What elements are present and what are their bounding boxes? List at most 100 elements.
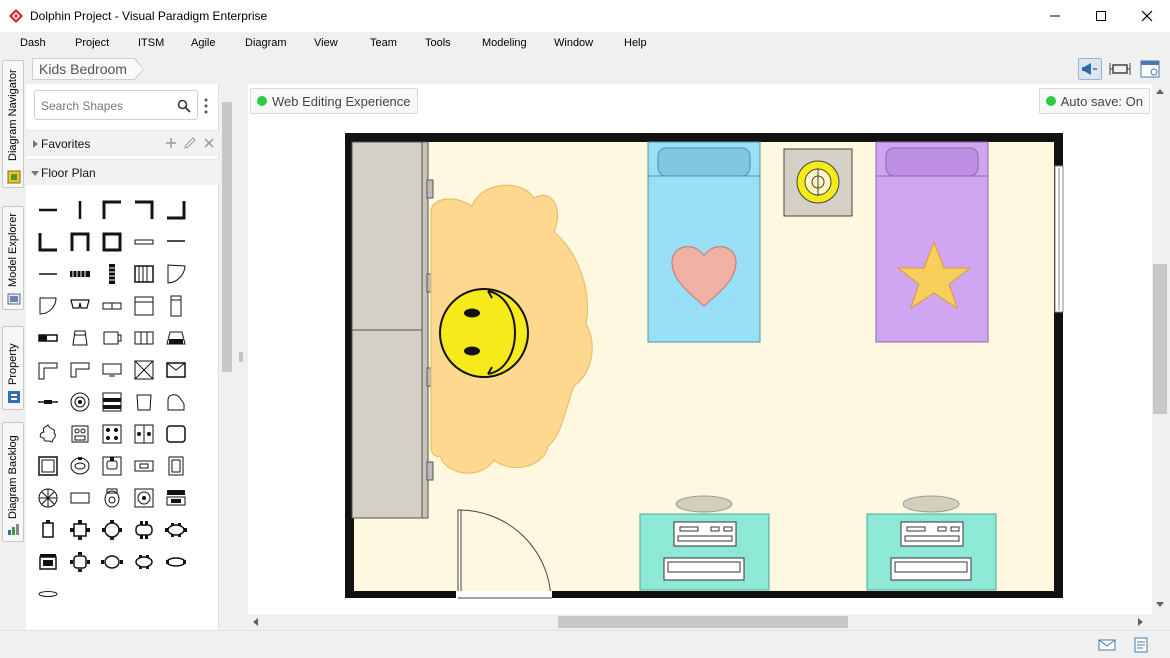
shape-palette-item-icon[interactable] [68, 262, 92, 286]
canvas-vertical-scrollbar[interactable] [1152, 84, 1168, 614]
minimize-button[interactable] [1032, 0, 1078, 32]
shape-palette-item-icon[interactable] [164, 422, 188, 446]
search-icon[interactable] [177, 99, 191, 113]
smiley-shape[interactable] [439, 288, 529, 378]
shape-palette-item-icon[interactable] [132, 358, 156, 382]
shape-palette-item-icon[interactable] [164, 262, 188, 286]
shape-palette-item-icon[interactable] [164, 230, 188, 254]
shape-palette-item-icon[interactable] [100, 390, 124, 414]
shape-palette-item-icon[interactable] [132, 422, 156, 446]
canvas-vertical-scroll-thumb[interactable] [1153, 264, 1167, 414]
shape-palette-item-icon[interactable] [100, 518, 124, 542]
add-icon[interactable] [164, 136, 178, 150]
shape-palette-item-icon[interactable] [100, 550, 124, 574]
shape-palette-item-icon[interactable] [164, 486, 188, 510]
shape-palette-item-icon[interactable] [164, 198, 188, 222]
maximize-button[interactable] [1078, 0, 1124, 32]
tab-diagram-backlog[interactable]: Diagram Backlog [2, 422, 24, 542]
shape-palette-item-icon[interactable] [100, 262, 124, 286]
menu-tools[interactable]: Tools [425, 37, 451, 49]
floor-plan-section[interactable]: Floor Plan [26, 159, 219, 185]
shape-palette-item-icon[interactable] [68, 230, 92, 254]
kebab-icon[interactable] [204, 98, 208, 114]
shape-palette-item-icon[interactable] [100, 294, 124, 318]
announce-button[interactable] [1078, 58, 1102, 80]
purple-bed-shape[interactable] [875, 141, 989, 343]
canvas-horizontal-scroll-thumb[interactable] [558, 616, 848, 628]
shape-palette-item-icon[interactable] [68, 454, 92, 478]
shape-palette-item-icon[interactable] [68, 326, 92, 350]
shape-palette-item-icon[interactable] [164, 390, 188, 414]
shape-palette-item-icon[interactable] [68, 294, 92, 318]
shape-palette-item-icon[interactable] [68, 358, 92, 382]
shape-palette-item-icon[interactable] [100, 486, 124, 510]
shape-palette-item-icon[interactable] [132, 486, 156, 510]
remove-icon[interactable] [202, 136, 216, 150]
tab-diagram-navigator[interactable]: Diagram Navigator [2, 60, 24, 188]
scroll-up-icon[interactable] [1156, 88, 1164, 94]
scroll-left-icon[interactable] [252, 618, 258, 626]
fit-button[interactable] [1108, 58, 1132, 80]
shape-palette-item-icon[interactable] [164, 294, 188, 318]
scroll-down-icon[interactable] [1156, 602, 1164, 608]
menu-modeling[interactable]: Modeling [482, 37, 527, 49]
shape-palette-item-icon[interactable] [164, 550, 188, 574]
shape-palette-item-icon[interactable] [100, 454, 124, 478]
wardrobe-shape[interactable] [351, 141, 434, 519]
menu-window[interactable]: Window [554, 37, 593, 49]
shape-palette-item-icon[interactable] [100, 422, 124, 446]
shape-palette-item-icon[interactable] [36, 390, 60, 414]
shape-palette-item-icon[interactable] [68, 390, 92, 414]
favorites-section[interactable]: Favorites [26, 130, 219, 156]
menu-project[interactable]: Project [75, 37, 109, 49]
shape-palette-item-icon[interactable] [36, 326, 60, 350]
shape-palette-item-icon[interactable] [68, 518, 92, 542]
shape-palette-item-icon[interactable] [132, 518, 156, 542]
menu-team[interactable]: Team [370, 37, 397, 49]
close-button[interactable] [1124, 0, 1170, 32]
shape-palette-item-icon[interactable] [36, 294, 60, 318]
menu-view[interactable]: View [314, 37, 338, 49]
shape-palette-item-icon[interactable] [164, 454, 188, 478]
blue-bed-shape[interactable] [647, 141, 761, 343]
shape-panel-scrollbar[interactable] [219, 84, 235, 630]
shape-palette-item-icon[interactable] [36, 422, 60, 446]
shape-palette-item-icon[interactable] [36, 518, 60, 542]
shape-palette-item-icon[interactable] [100, 230, 124, 254]
menu-dash[interactable]: Dash [20, 37, 46, 49]
mail-icon[interactable] [1098, 637, 1116, 653]
tab-property[interactable]: Property [2, 326, 24, 410]
shape-palette-item-icon[interactable] [132, 550, 156, 574]
shape-palette-item-icon[interactable] [132, 262, 156, 286]
shape-palette-item-icon[interactable] [132, 294, 156, 318]
scroll-right-icon[interactable] [1138, 618, 1144, 626]
shape-palette-item-icon[interactable] [68, 198, 92, 222]
shape-panel-scroll-thumb[interactable] [222, 102, 232, 372]
shape-palette-item-icon[interactable] [36, 358, 60, 382]
menu-agile[interactable]: Agile [191, 37, 215, 49]
shape-palette-item-icon[interactable] [68, 486, 92, 510]
shape-palette-item-icon[interactable] [100, 326, 124, 350]
shape-palette-item-icon[interactable] [100, 358, 124, 382]
shape-palette-item-icon[interactable] [132, 390, 156, 414]
search-input[interactable] [41, 97, 171, 115]
shape-palette-item-icon[interactable] [132, 230, 156, 254]
breadcrumb-item[interactable]: Kids Bedroom [32, 58, 135, 80]
shape-palette-item-icon[interactable] [36, 454, 60, 478]
layout-button[interactable] [1138, 58, 1162, 80]
shape-palette-item-icon[interactable] [36, 550, 60, 574]
shape-palette-item-icon[interactable] [164, 518, 188, 542]
shape-palette-item-icon[interactable] [36, 486, 60, 510]
diagram-canvas[interactable]: Web Editing Experience Auto save: On [248, 84, 1152, 614]
edit-icon[interactable] [183, 136, 197, 150]
shape-palette-item-icon[interactable] [36, 262, 60, 286]
shape-palette-item-icon[interactable] [132, 198, 156, 222]
shape-palette-item-icon[interactable] [36, 582, 60, 606]
shape-palette-item-icon[interactable] [36, 198, 60, 222]
shape-palette-item-icon[interactable] [132, 326, 156, 350]
shape-palette-item-icon[interactable] [68, 550, 92, 574]
canvas-horizontal-scrollbar[interactable] [248, 614, 1152, 630]
tab-model-explorer[interactable]: Model Explorer [2, 206, 24, 310]
shape-palette-item-icon[interactable] [36, 230, 60, 254]
menu-help[interactable]: Help [624, 37, 647, 49]
